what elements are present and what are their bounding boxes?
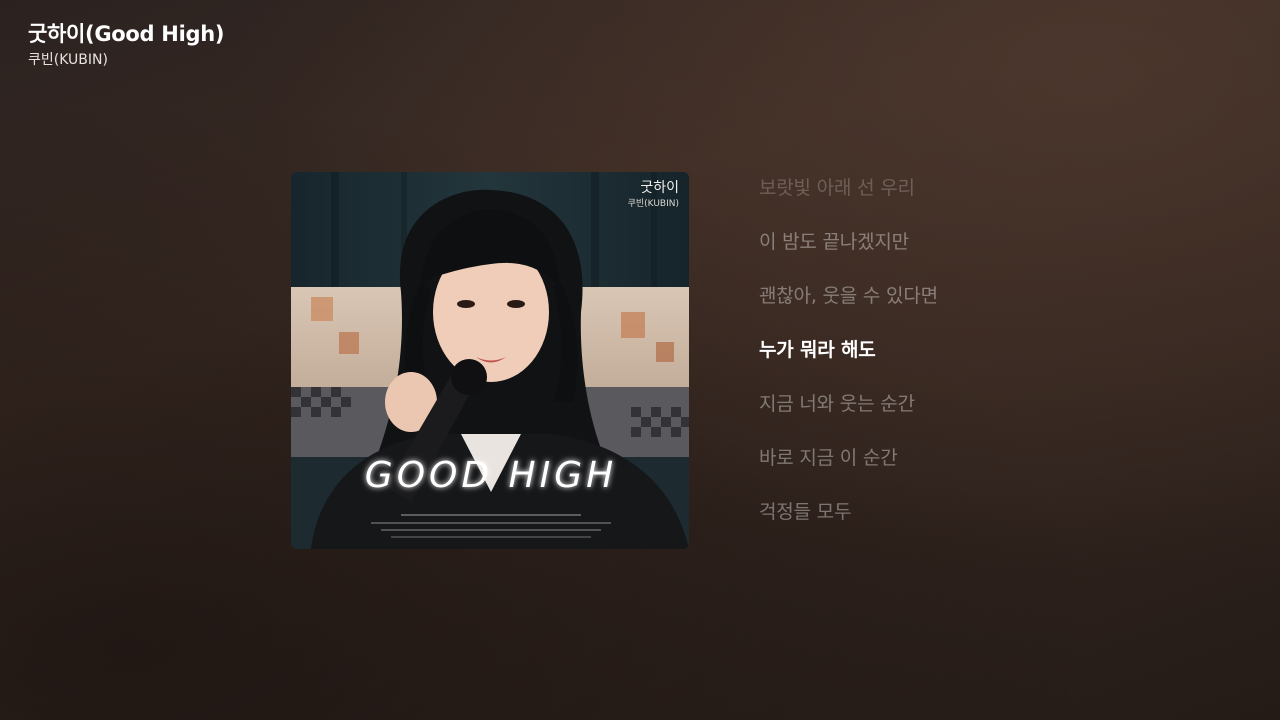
lyric-line-active[interactable]: 누가 뭐라 해도 [759,333,938,367]
track-header: 굿하이(Good High) 쿠빈(KUBIN) [28,20,224,69]
album-art-artist: 쿠빈(KUBIN) [628,198,679,209]
album-cover-art: 굿하이 쿠빈(KUBIN) GOOD HIGH [291,172,689,549]
album-art-logo: GOOD HIGH [365,455,617,496]
lyric-line[interactable]: 괜찮아, 웃을 수 있다면 [759,279,938,313]
lyric-line[interactable]: 보랏빛 아래 선 우리 [759,171,938,205]
lyric-line[interactable]: 바로 지금 이 순간 [759,441,938,475]
album-art-title: 굿하이 [640,180,679,196]
lyric-line[interactable]: 이 밤도 끝나겠지만 [759,225,938,259]
album-cover: 굿하이 쿠빈(KUBIN) GOOD HIGH [291,172,689,549]
lyric-line[interactable]: 걱정들 모두 [759,495,938,529]
lyrics-panel[interactable]: 보랏빛 아래 선 우리 이 밤도 끝나겠지만 괜찮아, 웃을 수 있다면 누가 … [759,171,938,549]
lyric-line[interactable]: 지금 너와 웃는 순간 [759,387,938,421]
track-artist: 쿠빈(KUBIN) [28,52,108,68]
track-title: 굿하이(Good High) [28,22,225,46]
